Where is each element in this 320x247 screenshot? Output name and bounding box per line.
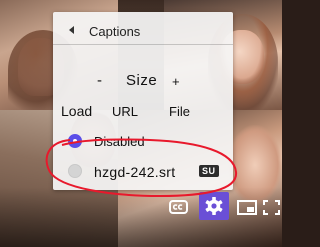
captions-title: Captions xyxy=(89,24,141,39)
size-increase-button[interactable]: + xyxy=(172,74,180,89)
load-row: Load URL File xyxy=(53,103,233,122)
load-label: Load xyxy=(61,103,93,119)
radio-selected-icon[interactable] xyxy=(68,134,82,148)
captions-icon xyxy=(169,200,188,214)
gear-icon xyxy=(205,197,223,215)
caption-option-label: hzgd-242.srt xyxy=(94,164,176,180)
caption-option-label: Disabled xyxy=(94,134,145,149)
language-badge: SU xyxy=(199,165,219,177)
size-label: Size xyxy=(126,72,158,89)
load-file-button[interactable]: File xyxy=(169,104,190,119)
picture-in-picture-button[interactable] xyxy=(236,196,260,218)
load-url-button[interactable]: URL xyxy=(112,104,138,119)
fullscreen-icon xyxy=(263,200,280,215)
fullscreen-button[interactable] xyxy=(262,196,286,218)
captions-button[interactable] xyxy=(167,196,191,218)
picture-in-picture-icon xyxy=(237,200,257,215)
radio-unselected-icon[interactable] xyxy=(68,164,82,178)
captions-settings-menu: Captions - Size + Load URL File Disabled… xyxy=(53,12,233,190)
captions-menu-header[interactable]: Captions xyxy=(53,20,233,45)
caption-option-track[interactable]: hzgd-242.srt SU xyxy=(53,162,233,180)
size-decrease-button[interactable]: - xyxy=(97,72,102,89)
caption-option-disabled[interactable]: Disabled xyxy=(53,132,233,150)
size-row: - Size + xyxy=(53,72,233,92)
settings-button[interactable] xyxy=(199,192,229,220)
chevron-left-icon[interactable] xyxy=(69,26,74,34)
